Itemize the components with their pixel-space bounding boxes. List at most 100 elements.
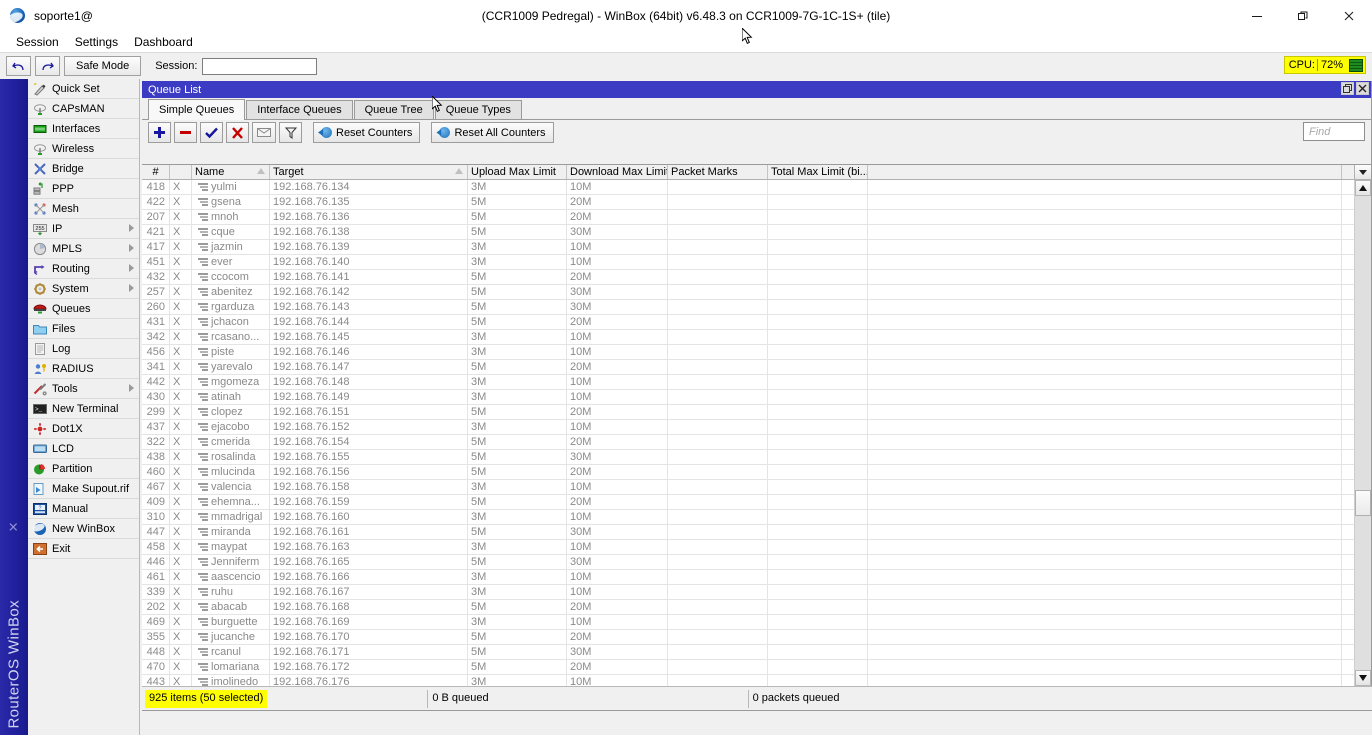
table-row[interactable]: 422Xgsena192.168.76.1355M20M bbox=[142, 195, 1354, 210]
column-header-flags[interactable] bbox=[170, 165, 192, 179]
table-row[interactable]: 432Xccocom192.168.76.1415M20M bbox=[142, 270, 1354, 285]
scrollbar-track[interactable] bbox=[1355, 196, 1371, 670]
column-header-num[interactable]: # bbox=[142, 165, 170, 179]
tab-interface-queues[interactable]: Interface Queues bbox=[246, 100, 352, 119]
table-row[interactable]: 421Xcque192.168.76.1385M30M bbox=[142, 225, 1354, 240]
sidebar-item-system[interactable]: System bbox=[28, 279, 139, 299]
table-row[interactable]: 260Xrgarduza192.168.76.1435M30M bbox=[142, 300, 1354, 315]
sidebar-item-quick-set[interactable]: Quick Set bbox=[28, 79, 139, 99]
vertical-scrollbar[interactable] bbox=[1354, 180, 1371, 686]
table-row[interactable]: 446XJenniferm192.168.76.1655M30M bbox=[142, 555, 1354, 570]
table-row[interactable]: 299Xclopez192.168.76.1515M20M bbox=[142, 405, 1354, 420]
undo-button[interactable] bbox=[6, 56, 31, 76]
reset-counters-button[interactable]: Reset Counters bbox=[313, 122, 420, 143]
table-row[interactable]: 417Xjazmin192.168.76.1393M10M bbox=[142, 240, 1354, 255]
column-header-download[interactable]: Download Max Limit bbox=[567, 165, 668, 179]
sidebar-item-ip[interactable]: 255IP bbox=[28, 219, 139, 239]
table-row[interactable]: 339Xruhu192.168.76.1673M10M bbox=[142, 585, 1354, 600]
queue-table-body[interactable]: 418Xyulmi192.168.76.1343M10M422Xgsena192… bbox=[142, 180, 1354, 686]
sidebar-item-capsman[interactable]: CAPsMAN bbox=[28, 99, 139, 119]
queue-window-restore-button[interactable] bbox=[1341, 82, 1354, 95]
sidebar-item-mesh[interactable]: Mesh bbox=[28, 199, 139, 219]
table-row[interactable]: 409Xehemna...192.168.76.1595M20M bbox=[142, 495, 1354, 510]
table-row[interactable]: 207Xmnoh192.168.76.1365M20M bbox=[142, 210, 1354, 225]
table-row[interactable]: 257Xabenitez192.168.76.1425M30M bbox=[142, 285, 1354, 300]
sidebar-item-queues[interactable]: Queues bbox=[28, 299, 139, 319]
sidebar-item-new-terminal[interactable]: >_New Terminal bbox=[28, 399, 139, 419]
sidebar-item-bridge[interactable]: Bridge bbox=[28, 159, 139, 179]
column-header-rest[interactable] bbox=[868, 165, 1342, 179]
reset-all-counters-button[interactable]: Reset All Counters bbox=[431, 122, 553, 143]
column-header-target[interactable]: Target bbox=[270, 165, 468, 179]
sidebar-item-ppp[interactable]: PPP bbox=[28, 179, 139, 199]
add-queue-button[interactable] bbox=[148, 122, 171, 143]
redo-button[interactable] bbox=[35, 56, 60, 76]
sidebar-item-routing[interactable]: Routing bbox=[28, 259, 139, 279]
sidebar-item-log[interactable]: Log bbox=[28, 339, 139, 359]
sidebar-item-new-winbox[interactable]: New WinBox bbox=[28, 519, 139, 539]
column-header-total[interactable]: Total Max Limit (bi... bbox=[768, 165, 868, 179]
column-header-upload[interactable]: Upload Max Limit bbox=[468, 165, 567, 179]
table-row[interactable]: 355Xjucanche192.168.76.1705M20M bbox=[142, 630, 1354, 645]
left-bar-close-icon[interactable]: ✕ bbox=[4, 522, 20, 533]
sidebar-item-exit[interactable]: Exit bbox=[28, 539, 139, 559]
column-header-marks[interactable]: Packet Marks bbox=[668, 165, 768, 179]
table-row[interactable]: 458Xmaypat192.168.76.1633M10M bbox=[142, 540, 1354, 555]
table-row[interactable]: 461Xaascencio192.168.76.1663M10M bbox=[142, 570, 1354, 585]
table-row[interactable]: 447Xmiranda192.168.76.1615M30M bbox=[142, 525, 1354, 540]
table-row[interactable]: 418Xyulmi192.168.76.1343M10M bbox=[142, 180, 1354, 195]
table-row[interactable]: 310Xmmadrigal192.168.76.1603M10M bbox=[142, 510, 1354, 525]
sidebar-item-files[interactable]: Files bbox=[28, 319, 139, 339]
comment-icon[interactable] bbox=[252, 122, 276, 143]
scroll-up-button[interactable] bbox=[1355, 180, 1371, 196]
table-row[interactable]: 448Xrcanul192.168.76.1715M30M bbox=[142, 645, 1354, 660]
safe-mode-button[interactable]: Safe Mode bbox=[64, 56, 141, 76]
menu-session[interactable]: Session bbox=[8, 34, 67, 50]
table-row[interactable]: 456Xpiste192.168.76.1463M10M bbox=[142, 345, 1354, 360]
menu-dashboard[interactable]: Dashboard bbox=[126, 34, 201, 50]
table-row[interactable]: 443Ximolinedo192.168.76.1763M10M bbox=[142, 675, 1354, 686]
sidebar-item-interfaces[interactable]: Interfaces bbox=[28, 119, 139, 139]
filter-icon[interactable] bbox=[279, 122, 302, 143]
table-row[interactable]: 202Xabacab192.168.76.1685M20M bbox=[142, 600, 1354, 615]
table-row[interactable]: 342Xrcasano...192.168.76.1453M10M bbox=[142, 330, 1354, 345]
column-chooser-button[interactable] bbox=[1354, 165, 1371, 179]
remove-queue-button[interactable] bbox=[174, 122, 197, 143]
sidebar-item-partition[interactable]: Partition bbox=[28, 459, 139, 479]
table-row[interactable]: 460Xmlucinda192.168.76.1565M20M bbox=[142, 465, 1354, 480]
table-row[interactable]: 437Xejacobo192.168.76.1523M10M bbox=[142, 420, 1354, 435]
tab-queue-types[interactable]: Queue Types bbox=[435, 100, 522, 119]
table-row[interactable]: 431Xjchacon192.168.76.1445M20M bbox=[142, 315, 1354, 330]
sidebar-item-dot1x[interactable]: Dot1X bbox=[28, 419, 139, 439]
table-row[interactable]: 442Xmgomeza192.168.76.1483M10M bbox=[142, 375, 1354, 390]
sidebar-item-manual[interactable]: ?Manual bbox=[28, 499, 139, 519]
tab-simple-queues[interactable]: Simple Queues bbox=[148, 99, 245, 120]
table-row[interactable]: 322Xcmerida192.168.76.1545M20M bbox=[142, 435, 1354, 450]
table-row[interactable]: 341Xyarevalo192.168.76.1475M20M bbox=[142, 360, 1354, 375]
column-header-name[interactable]: Name bbox=[192, 165, 270, 179]
minimize-button[interactable] bbox=[1234, 0, 1280, 32]
close-button[interactable] bbox=[1326, 0, 1372, 32]
queue-window-close-button[interactable] bbox=[1356, 82, 1369, 95]
enable-queue-button[interactable] bbox=[200, 122, 223, 143]
sidebar-item-lcd[interactable]: LCD bbox=[28, 439, 139, 459]
table-row[interactable]: 430Xatinah192.168.76.1493M10M bbox=[142, 390, 1354, 405]
table-row[interactable]: 469Xburguette192.168.76.1693M10M bbox=[142, 615, 1354, 630]
table-row[interactable]: 451Xever192.168.76.1403M10M bbox=[142, 255, 1354, 270]
sidebar-item-radius[interactable]: RADIUS bbox=[28, 359, 139, 379]
session-input[interactable] bbox=[202, 58, 317, 75]
sidebar-item-tools[interactable]: Tools bbox=[28, 379, 139, 399]
sidebar-item-mpls[interactable]: MPLS bbox=[28, 239, 139, 259]
table-row[interactable]: 438Xrosalinda192.168.76.1555M30M bbox=[142, 450, 1354, 465]
scrollbar-thumb[interactable] bbox=[1355, 490, 1371, 516]
sidebar-item-wireless[interactable]: Wireless bbox=[28, 139, 139, 159]
table-row[interactable]: 467Xvalencia192.168.76.1583M10M bbox=[142, 480, 1354, 495]
sidebar-item-make-supout-rif[interactable]: Make Supout.rif bbox=[28, 479, 139, 499]
scroll-down-button[interactable] bbox=[1355, 670, 1371, 686]
find-input[interactable]: Find bbox=[1303, 122, 1365, 141]
restore-button[interactable] bbox=[1280, 0, 1326, 32]
tab-queue-tree[interactable]: Queue Tree bbox=[354, 100, 434, 119]
disable-queue-button[interactable] bbox=[226, 122, 249, 143]
menu-settings[interactable]: Settings bbox=[67, 34, 126, 50]
table-row[interactable]: 470Xlomariana192.168.76.1725M20M bbox=[142, 660, 1354, 675]
